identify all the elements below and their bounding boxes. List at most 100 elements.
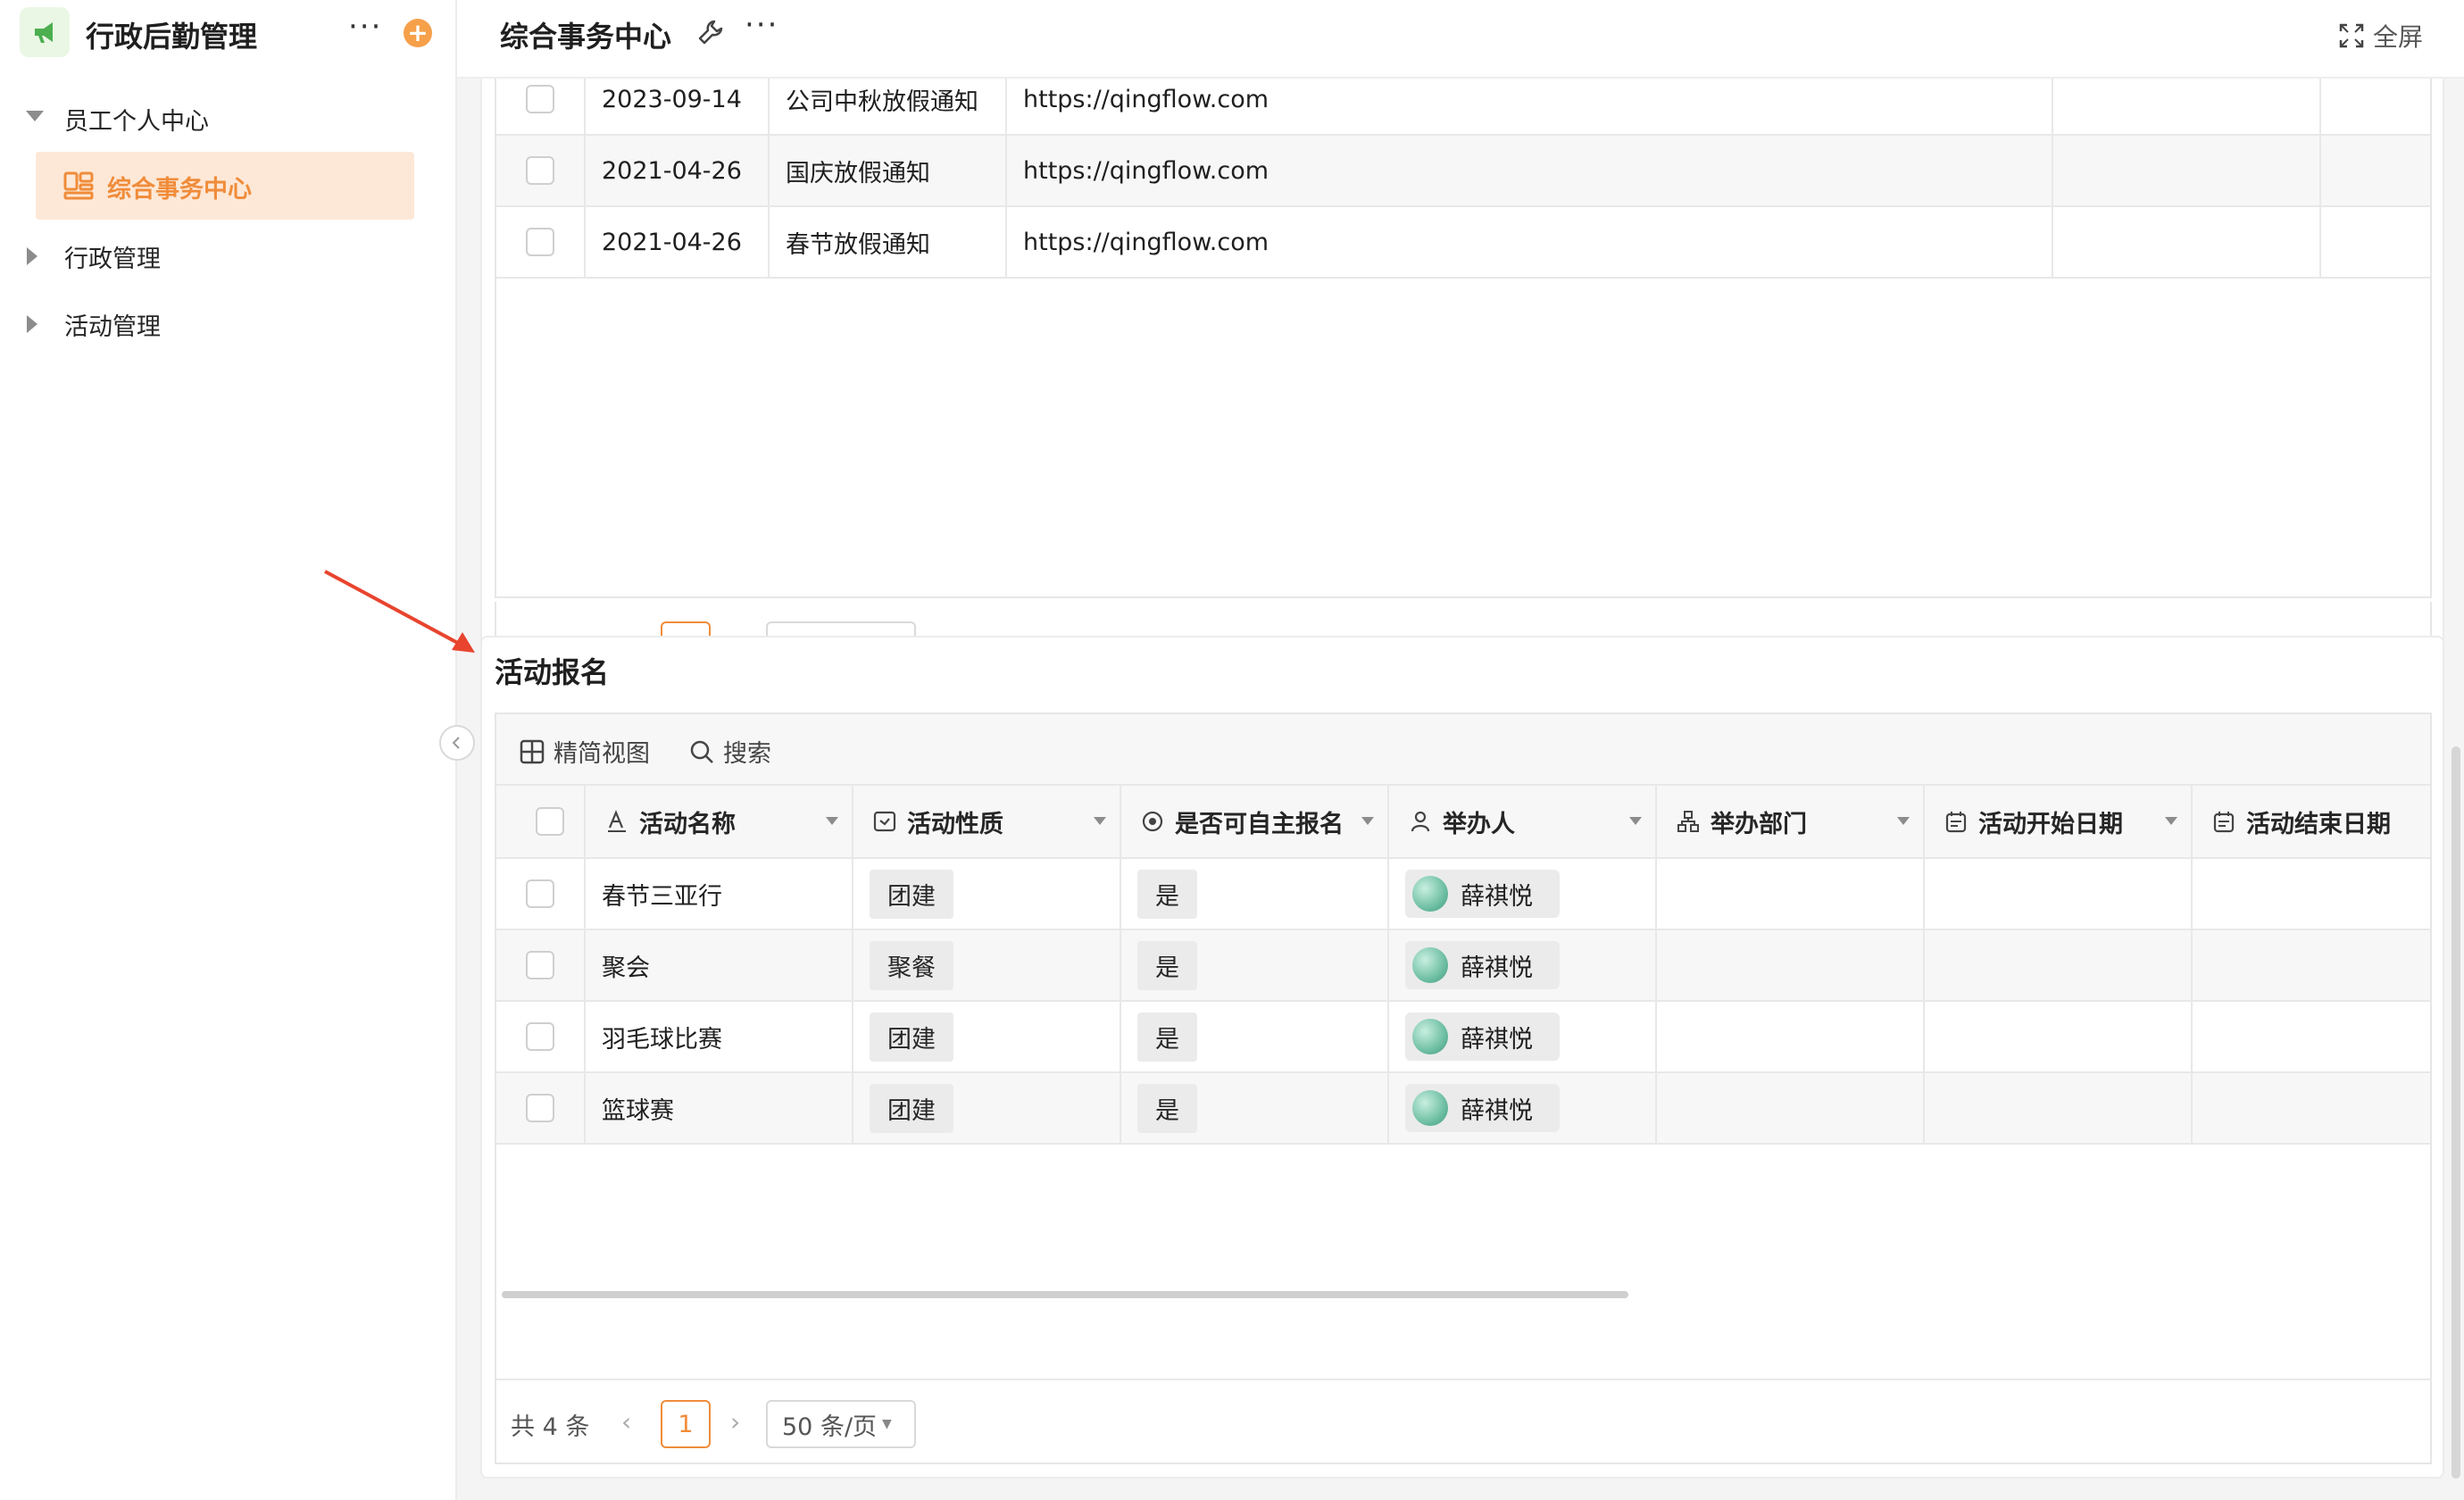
chevron-down-icon[interactable] [2164,816,2178,827]
next-page-icon[interactable]: › [730,1407,740,1437]
column-header-name[interactable]: 活动名称 [586,786,853,857]
host-chip[interactable]: 薛祺悦 [1405,1012,1560,1061]
host-chip[interactable]: 薛祺悦 [1405,870,1560,918]
vertical-scrollbar[interactable] [2452,746,2460,1479]
prev-page-icon[interactable]: ‹ [621,1407,631,1437]
table-row[interactable]: 2021-04-26 国庆放假通知 https://qingflow.com [496,136,2430,207]
title-cell: 春节放假通知 [770,207,1007,277]
compact-view-label: 精简视图 [554,740,650,768]
start-date-cell [1925,859,2193,929]
grid-icon [520,739,545,763]
single-select-icon [873,811,896,832]
sidebar-item-activity[interactable]: 活动管理 [20,293,421,355]
host-chip[interactable]: 薛祺悦 [1405,1084,1560,1132]
department-cell [1657,1002,1925,1071]
table-toolbar: 精简视图 搜索 [496,714,2430,786]
add-button[interactable]: + [404,19,432,47]
empty-cell [2321,207,2430,277]
announcement-table: 2023-09-14 公司中秋放假通知 https://qingflow.com… [495,79,2432,598]
row-checkbox[interactable] [526,85,554,113]
page-size-label: 50 条/页 [782,1412,878,1441]
row-checkbox[interactable] [526,951,554,979]
sidebar-item-general-affairs[interactable]: 综合事务中心 [36,152,414,220]
chevron-down-icon[interactable] [1628,816,1643,827]
empty-cell [2053,79,2321,134]
fullscreen-button[interactable]: 全屏 [2339,18,2423,54]
link-cell[interactable]: https://qingflow.com [1007,207,2053,277]
chevron-down-icon[interactable] [1896,816,1910,827]
sidebar-item-admin[interactable]: 行政管理 [20,225,421,288]
radio-icon [1142,811,1163,832]
table-row[interactable]: 聚会 聚餐 是 薛祺悦 [496,930,2430,1002]
activity-table: 精简视图 搜索 活动名称 活动性质 是否可自主报名 举办人 举办部门 活动开始日… [495,712,2432,1464]
end-date-cell [2193,1002,2430,1071]
search-label: 搜索 [723,740,771,768]
sidebar-item-label: 行政管理 [64,246,161,273]
select-all-checkbox[interactable] [536,807,564,836]
wrench-icon[interactable] [696,18,725,46]
table-row[interactable]: 春节三亚行 团建 是 薛祺悦 [496,859,2430,930]
host-chip[interactable]: 薛祺悦 [1405,941,1560,989]
table-header: 活动名称 活动性质 是否可自主报名 举办人 举办部门 活动开始日期 活动结束日期 [496,786,2430,859]
horizontal-scrollbar[interactable] [502,1291,1628,1298]
link-cell[interactable]: https://qingflow.com [1007,79,2053,134]
caret-right-icon [27,247,37,265]
app-more-button[interactable]: ··· [348,9,382,45]
column-header-department[interactable]: 举办部门 [1657,786,1925,857]
column-header-label: 活动开始日期 [1978,810,2123,838]
page-title: 综合事务中心 [500,20,672,54]
main-content: 2023-09-14 公司中秋放假通知 https://qingflow.com… [457,79,2464,1500]
chevron-down-icon[interactable] [1361,816,1375,827]
avatar [1412,947,1448,983]
column-header-host[interactable]: 举办人 [1389,786,1657,857]
person-icon [1411,811,1430,832]
chevron-down-icon[interactable] [825,816,839,827]
row-checkbox[interactable] [526,1094,554,1122]
activity-name-cell: 春节三亚行 [586,859,853,929]
pagination: 共 4 条 ‹ 1 › 50 条/页 ▼ [496,1379,2430,1462]
date-cell: 2023-09-14 [586,79,770,134]
fullscreen-icon [2339,23,2364,48]
date-cell: 2021-04-26 [586,207,770,277]
type-tag: 团建 [870,1083,953,1133]
page-size-select[interactable]: 50 条/页 ▼ [766,1400,916,1448]
chevron-down-icon[interactable] [1093,816,1107,827]
column-header-self-signup[interactable]: 是否可自主报名 [1121,786,1389,857]
type-tag: 聚餐 [870,940,953,990]
total-count: 共 4 条 [511,1413,590,1441]
row-checkbox[interactable] [526,156,554,185]
search-button[interactable]: 搜索 [689,734,771,769]
sidebar-item-employee-center[interactable]: 员工个人中心 [20,88,421,150]
chevron-left-icon [452,737,460,749]
column-header-end-date[interactable]: 活动结束日期 [2193,786,2430,857]
table-row[interactable]: 羽毛球比赛 团建 是 薛祺悦 [496,1002,2430,1073]
row-checkbox[interactable] [526,879,554,908]
title-cell: 公司中秋放假通知 [770,79,1007,134]
calendar-icon [1945,812,1967,833]
row-checkbox[interactable] [526,1022,554,1051]
page-number-button[interactable]: 1 [661,1400,711,1448]
empty-cell [2321,136,2430,205]
compact-view-button[interactable]: 精简视图 [520,734,650,769]
column-header-start-date[interactable]: 活动开始日期 [1925,786,2193,857]
host-name: 薛祺悦 [1461,882,1533,911]
column-header-label: 是否可自主报名 [1175,810,1344,838]
table-row[interactable]: 2021-04-26 春节放假通知 https://qingflow.com [496,207,2430,279]
link-cell[interactable]: https://qingflow.com [1007,136,2053,205]
date-cell: 2021-04-26 [586,136,770,205]
caret-right-icon [27,315,37,333]
dashboard-icon [63,171,94,200]
activity-name-cell: 篮球赛 [586,1073,853,1143]
column-header-type[interactable]: 活动性质 [853,786,1121,857]
table-row[interactable]: 篮球赛 团建 是 薛祺悦 [496,1073,2430,1145]
caret-down-icon [26,111,44,121]
org-chart-icon [1677,811,1699,832]
table-row[interactable]: 2023-09-14 公司中秋放假通知 https://qingflow.com [496,79,2430,136]
collapse-sidebar-button[interactable] [439,725,475,761]
self-signup-tag: 是 [1137,940,1197,990]
department-cell [1657,859,1925,929]
dropdown-icon: ▼ [882,1417,892,1431]
row-checkbox[interactable] [526,228,554,256]
start-date-cell [1925,1002,2193,1071]
page-more-button[interactable]: ··· [745,7,778,43]
